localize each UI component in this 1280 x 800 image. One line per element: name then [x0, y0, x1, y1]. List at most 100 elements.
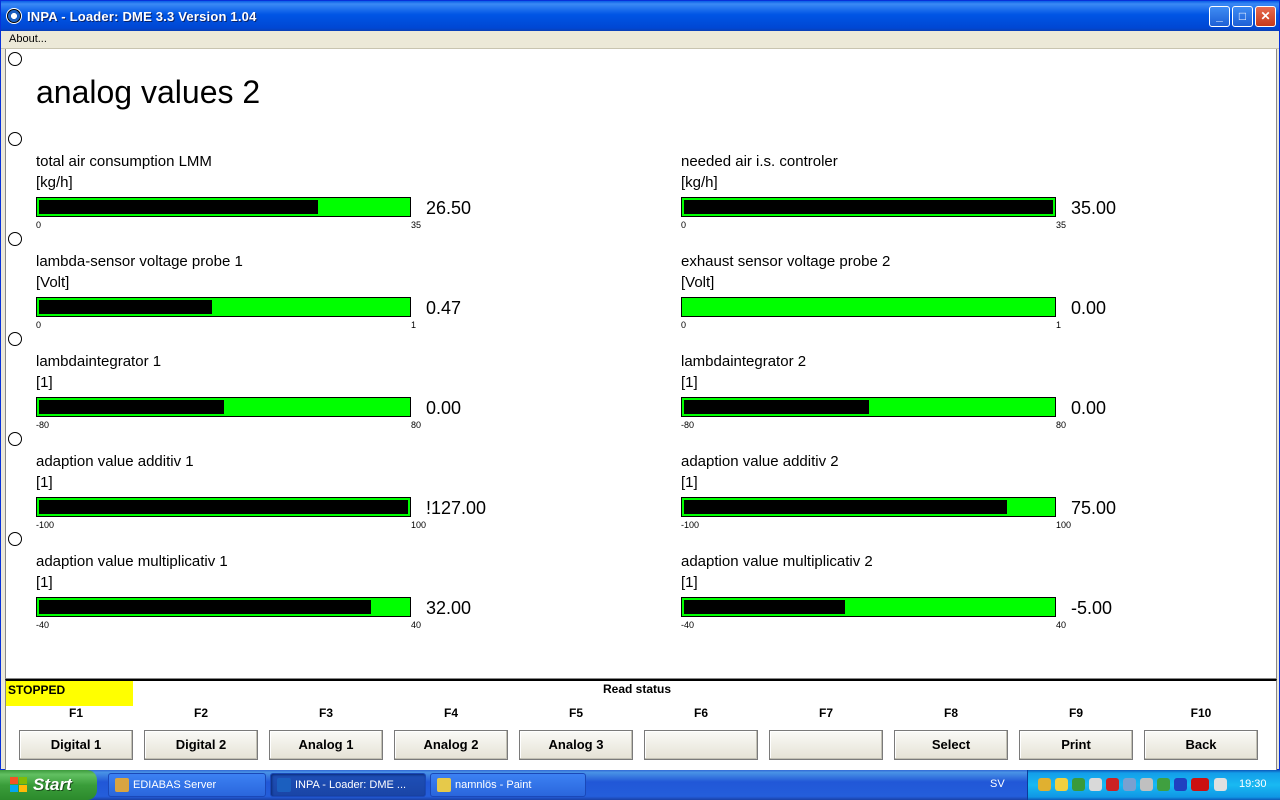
gauge-min: -100 — [36, 520, 55, 530]
fkey-button-f7[interactable] — [769, 730, 883, 760]
tray-icon[interactable] — [1123, 778, 1136, 791]
selector-radio[interactable] — [8, 332, 22, 346]
gauge-bar — [36, 397, 411, 417]
antivirus-icon[interactable] — [1106, 778, 1119, 791]
gauge-min: -80 — [36, 420, 50, 430]
gauge-bar — [681, 497, 1056, 517]
gauge-min: -40 — [681, 620, 695, 630]
fkey-button-f9[interactable]: Print — [1019, 730, 1133, 760]
fkey-label-f7: F7 — [818, 706, 833, 720]
fkey-label-f1: F1 — [68, 706, 83, 720]
gauge-max: 100 — [411, 520, 427, 530]
gauge-value: -5.00 — [1071, 598, 1113, 618]
gauge-min: -100 — [681, 520, 700, 530]
network-icon[interactable] — [1089, 778, 1102, 791]
tray-icon[interactable] — [1140, 778, 1153, 791]
fkey-label-f9: F9 — [1068, 706, 1083, 720]
fkey-label-f3: F3 — [318, 706, 333, 720]
taskbar-task-1[interactable]: EDIABAS Server — [108, 773, 266, 797]
fkey-button-f10[interactable]: Back — [1144, 730, 1258, 760]
bluetooth-icon[interactable] — [1174, 778, 1187, 791]
gauge-bar-fill — [39, 600, 371, 614]
gauge-max: 100 — [1056, 520, 1072, 530]
bmw-icon — [277, 778, 291, 792]
gauge-unit: [1] — [36, 574, 53, 591]
page-title: analog values 2 — [36, 74, 261, 110]
start-button[interactable]: Start — [0, 770, 97, 800]
bmw-logo-icon — [6, 8, 22, 24]
selector-radio[interactable] — [8, 532, 22, 546]
paint-icon — [437, 778, 451, 792]
gauge-bar-fill — [39, 300, 212, 314]
tray-icon[interactable] — [1038, 778, 1051, 791]
gauge-unit: [kg/h] — [681, 174, 718, 191]
taskbar-task-3[interactable]: namnlös - Paint — [430, 773, 586, 797]
gauge-right-2: exhaust sensor voltage probe 2 [Volt] 0 1 0.… — [681, 253, 1161, 343]
selector-radio[interactable] — [8, 52, 22, 66]
selector-radio[interactable] — [8, 132, 22, 146]
gauge-max: 1 — [411, 320, 417, 330]
gauge-label: adaption value additiv 1 — [36, 453, 194, 470]
menu-about[interactable]: About... — [9, 33, 47, 45]
gauge-max: 40 — [1056, 620, 1067, 630]
function-key-panel: STOPPED Read status F1 Digital 1 F2 Digital… — [5, 679, 1277, 771]
gauge-left-1: total air consumption LMM [kg/h] 0 35 26.50 — [36, 153, 516, 243]
taskbar-task-label: EDIABAS Server — [133, 779, 217, 791]
close-button[interactable]: ✕ — [1255, 6, 1276, 27]
gauge-label: lambdaintegrator 1 — [36, 353, 162, 370]
gauge-bar — [36, 497, 411, 517]
gauge-min: 0 — [681, 220, 687, 230]
taskbar: Start EDIABAS Server INPA - Loader: DME .… — [0, 770, 1280, 800]
title-bar[interactable]: INPA - Loader: DME 3.3 Version 1.04 _ □ … — [1, 1, 1279, 31]
gauge-unit: [kg/h] — [36, 174, 73, 191]
ati-icon[interactable] — [1191, 778, 1209, 791]
fkey-button-f4[interactable]: Analog 2 — [394, 730, 508, 760]
fkey-button-f6[interactable] — [644, 730, 758, 760]
gauge-right-1: needed air i.s. controler [kg/h] 0 35 35.00 — [681, 153, 1161, 243]
windows-logo-icon — [10, 777, 27, 792]
inpa-window: INPA - Loader: DME 3.3 Version 1.04 _ □ … — [0, 0, 1280, 771]
gauge-label: adaption value multiplicativ 1 — [36, 553, 228, 570]
gauge-value: 0.00 — [426, 398, 462, 418]
fkey-button-f2[interactable]: Digital 2 — [144, 730, 258, 760]
window-title: INPA - Loader: DME 3.3 Version 1.04 — [27, 9, 257, 24]
gauge-label: total air consumption LMM — [36, 153, 212, 170]
shield-icon[interactable] — [1055, 778, 1068, 791]
gauge-min: -40 — [36, 620, 50, 630]
gauge-left-5: adaption value multiplicativ 1 [1] -40 40 32… — [36, 553, 516, 643]
gauge-max: 80 — [411, 420, 422, 430]
maximize-button[interactable]: □ — [1232, 6, 1253, 27]
gauge-value: 35.00 — [1071, 198, 1117, 218]
gauge-unit: [Volt] — [681, 274, 715, 291]
language-indicator[interactable]: SV — [990, 778, 1005, 790]
gauge-bar-fill — [684, 500, 1007, 514]
tray-icon[interactable] — [1157, 778, 1170, 791]
menu-bar: About... — [1, 31, 1279, 49]
gauge-unit: [1] — [681, 374, 698, 391]
gauge-max: 1 — [1056, 320, 1062, 330]
taskbar-task-2[interactable]: INPA - Loader: DME ... — [270, 773, 426, 797]
gauge-unit: [1] — [681, 474, 698, 491]
tray-icon[interactable] — [1072, 778, 1085, 791]
fkey-button-f1[interactable]: Digital 1 — [19, 730, 133, 760]
fkey-button-f5[interactable]: Analog 3 — [519, 730, 633, 760]
speaker-icon[interactable] — [1214, 778, 1227, 791]
gauge-unit: [1] — [36, 374, 53, 391]
gauge-bar-fill — [39, 500, 408, 514]
minimize-button[interactable]: _ — [1209, 6, 1230, 27]
fkey-button-f8[interactable]: Select — [894, 730, 1008, 760]
fkey-label-f2: F2 — [193, 706, 208, 720]
gauge-left-2: lambda-sensor voltage probe 1 [Volt] 0 1 0.4… — [36, 253, 516, 343]
gauge-value: 0.47 — [426, 298, 462, 318]
selector-radio[interactable] — [8, 232, 22, 246]
selector-radio[interactable] — [8, 432, 22, 446]
gauge-min: 0 — [36, 220, 42, 230]
gauge-value: 0.00 — [1071, 298, 1107, 318]
gauge-bar-fill — [684, 600, 845, 614]
fkey-button-f3[interactable]: Analog 1 — [269, 730, 383, 760]
gauge-max: 35 — [1056, 220, 1067, 230]
gauge-bar-fill — [39, 400, 224, 414]
gauge-left-3: lambdaintegrator 1 [1] -80 80 0.00 — [36, 353, 516, 443]
gauge-max: 35 — [411, 220, 422, 230]
fkey-label-f8: F8 — [943, 706, 958, 720]
